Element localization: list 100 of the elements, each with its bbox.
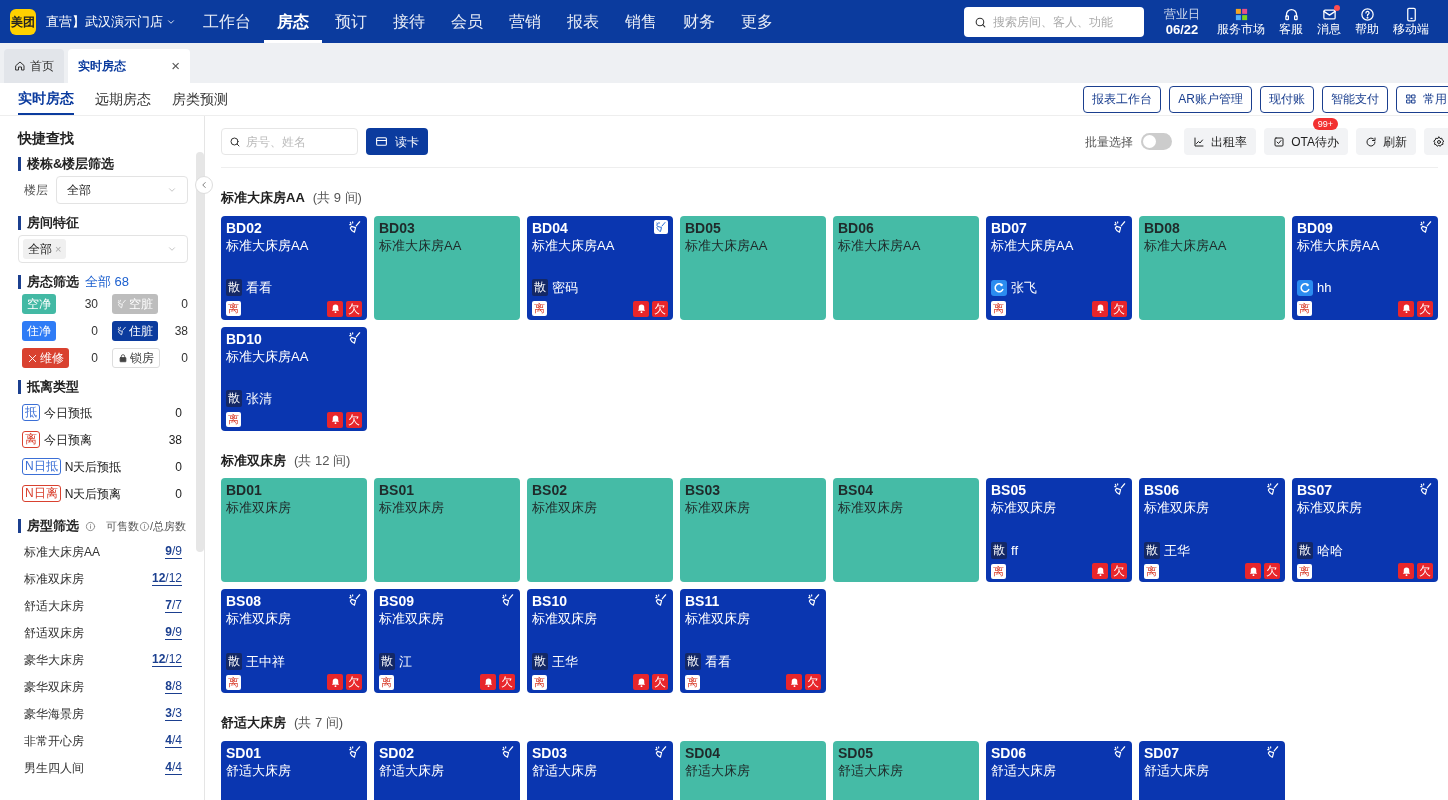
room-card[interactable]: BS10 标准双床房 散 王华 离 欠 xyxy=(527,589,673,693)
toolbar-help-button[interactable]: 帮助 xyxy=(1350,6,1384,37)
room-card[interactable]: SD04 舒适大床房 xyxy=(680,740,826,800)
status-total-link[interactable]: 全部 68 xyxy=(85,275,130,289)
toolbar-apps-button[interactable]: 服务市场 xyxy=(1212,6,1270,37)
toolbar-button[interactable]: 出租率 xyxy=(1184,128,1257,155)
room-card[interactable]: BD06 标准大床房AA xyxy=(833,215,979,320)
close-tab-button[interactable]: × xyxy=(171,54,180,78)
status-count: 0 xyxy=(91,350,98,367)
collapse-button[interactable] xyxy=(195,176,213,194)
room-card[interactable]: SD02 舒适大床房 xyxy=(374,740,520,800)
room-card[interactable]: SD07 舒适大床房 xyxy=(1139,740,1285,800)
room-card[interactable]: BS02 标准双床房 xyxy=(527,478,673,582)
room-card[interactable]: BS03 标准双床房 xyxy=(680,478,826,582)
room-card[interactable]: SD03 舒适大床房 xyxy=(527,740,673,800)
room-card[interactable]: BD07 标准大床房AA 张飞 离 欠 xyxy=(986,215,1132,320)
room-card[interactable]: BS06 标准双床房 散 王华 离 欠 xyxy=(1139,478,1285,582)
room-type-count-link[interactable]: 7/7 xyxy=(165,598,182,613)
room-type: 舒适大床房 xyxy=(532,761,598,780)
nav-menu-item[interactable]: 接待 xyxy=(380,0,438,43)
room-card[interactable]: BS11 标准双床房 散 看看 离 欠 xyxy=(680,589,826,693)
room-card[interactable]: SD01 舒适大床房 xyxy=(221,740,367,800)
action-button[interactable]: 报表工作台 xyxy=(1083,85,1162,113)
room-type-count-link[interactable]: 9/9 xyxy=(165,544,182,559)
toolbar-button[interactable]: 刷新 xyxy=(1356,128,1416,155)
room-card[interactable]: BS08 标准双床房 散 王中祥 离 欠 xyxy=(221,589,367,693)
room-type-count-link[interactable]: 12/12 xyxy=(151,652,182,667)
nav-menu-item[interactable]: 会员 xyxy=(438,0,496,43)
view-tab[interactable]: 房类预测 xyxy=(172,83,228,115)
room-card[interactable]: BD01 标准双床房 xyxy=(221,478,367,582)
room-card[interactable]: BS07 标准双床房 散 哈哈 离 欠 xyxy=(1292,478,1438,582)
toolbar-mail-button[interactable]: 消息 xyxy=(1312,6,1346,37)
room-type-count-link[interactable]: 4/4 xyxy=(165,733,182,748)
room-number: SD04 xyxy=(685,744,721,761)
room-search-field[interactable]: 房号、姓名 xyxy=(221,128,358,155)
chart-icon xyxy=(1193,135,1206,148)
room-card[interactable]: BD05 标准大床房AA xyxy=(680,215,826,320)
room-card[interactable]: BS09 标准双床房 散 江 离 欠 xyxy=(374,589,520,693)
room-card[interactable]: BD02 标准大床房AA 散 看看 离 欠 xyxy=(221,215,367,320)
floor-select[interactable]: 全部 xyxy=(56,176,188,204)
toolbar-headset-button[interactable]: 客服 xyxy=(1274,6,1308,37)
status-filter-tag[interactable]: 住脏 xyxy=(112,321,158,341)
help-icon xyxy=(1359,6,1375,22)
room-number: BS04 xyxy=(838,482,874,498)
toolbar-phone-button[interactable]: 移动端 xyxy=(1388,6,1434,37)
feature-select[interactable]: 全部 × xyxy=(18,235,188,263)
room-card[interactable]: BS01 标准双床房 xyxy=(374,478,520,582)
room-card[interactable]: BD04 标准大床房AA 散 密码 离 欠 xyxy=(527,215,673,320)
room-type: 标准大床房AA xyxy=(1144,236,1228,255)
room-number: BS02 xyxy=(532,482,568,498)
chevron-left-icon xyxy=(199,180,209,190)
page-tab[interactable]: 实时房态 × xyxy=(68,49,190,83)
room-card[interactable]: SD06 舒适大床房 xyxy=(986,740,1132,800)
status-filter-tag[interactable]: 住净 xyxy=(22,321,56,341)
room-type: 标准双床房 xyxy=(226,610,292,628)
nav-menu-item[interactable]: 营销 xyxy=(496,0,554,43)
arrears-badge: 欠 xyxy=(1417,563,1433,579)
nav-menu-item[interactable]: 更多 xyxy=(728,0,786,43)
action-button[interactable]: 现付账 xyxy=(1260,85,1314,113)
room-card[interactable]: BD09 标准大床房AA hh 离 欠 xyxy=(1292,215,1438,320)
read-card-button[interactable]: 读卡 xyxy=(366,128,428,155)
settings-button[interactable] xyxy=(1424,128,1448,155)
view-tab[interactable]: 远期房态 xyxy=(95,83,151,115)
room-card[interactable]: BS05 标准双床房 散 ff 离 欠 xyxy=(986,478,1132,582)
status-filter-tag[interactable]: 锁房 xyxy=(112,348,160,368)
action-button[interactable]: 智能支付 xyxy=(1322,85,1388,113)
nav-menu-item[interactable]: 预订 xyxy=(322,0,380,43)
status-count: 0 xyxy=(91,323,98,340)
search-field[interactable]: 搜索房间、客人、功能 xyxy=(964,6,1144,37)
source-badge: 散 xyxy=(226,279,242,297)
room-type-count-link[interactable]: 8/8 xyxy=(165,679,182,694)
room-card[interactable]: BD10 标准大床房AA 散 张清 离 欠 xyxy=(221,326,367,431)
search-icon xyxy=(974,15,987,29)
status-filter-tag[interactable]: 维修 xyxy=(22,348,69,368)
toolbar-button[interactable]: OTA待办 xyxy=(1264,128,1348,155)
room-type-count-link[interactable]: 12/12 xyxy=(151,571,182,586)
nav-menu-item[interactable]: 财务 xyxy=(670,0,728,43)
room-type-count-link[interactable]: 9/9 xyxy=(165,625,182,640)
room-card[interactable]: BD03 标准大床房AA xyxy=(374,215,520,320)
nav-menu-item[interactable]: 销售 xyxy=(612,0,670,43)
page-tab[interactable]: 首页 xyxy=(4,49,64,83)
room-number: BD05 xyxy=(685,219,721,236)
section-heading: 楼栋&楼层筛选 xyxy=(27,157,115,171)
nav-menu-item[interactable]: 报表 xyxy=(554,0,612,43)
group-count: (共 7 间) xyxy=(294,714,344,732)
room-card[interactable]: BD08 标准大床房AA xyxy=(1139,215,1285,320)
nav-menu-item[interactable]: 工作台 xyxy=(190,0,264,43)
room-card[interactable]: BS04 标准双床房 xyxy=(833,478,979,582)
room-number: BS08 xyxy=(226,593,262,609)
bell-icon xyxy=(1092,563,1108,579)
store-selector[interactable]: 直营】武汉演示门店 xyxy=(46,11,176,32)
view-tab[interactable]: 实时房态 xyxy=(18,83,74,115)
room-card[interactable]: SD05 舒适大床房 xyxy=(833,740,979,800)
batch-select-toggle[interactable] xyxy=(1141,133,1173,150)
room-type-count-link[interactable]: 3/3 xyxy=(165,706,182,721)
action-button[interactable]: AR账户管理 xyxy=(1169,85,1252,113)
room-type: 标准大床房AA xyxy=(685,236,769,255)
room-type-count-link[interactable]: 4/4 xyxy=(165,760,182,775)
business-date: 06/22 xyxy=(1165,21,1199,37)
action-button[interactable]: 常用 xyxy=(1396,85,1448,113)
